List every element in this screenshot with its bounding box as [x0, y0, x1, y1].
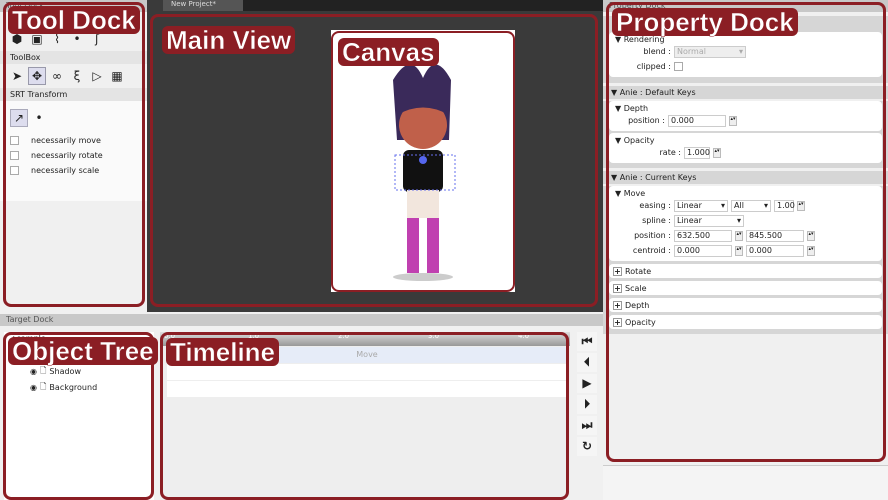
target-dock-title: Target Dock [0, 314, 603, 326]
canvas-annotation: Canvas [338, 38, 439, 66]
property-dock-annotation: Property Dock [612, 8, 798, 36]
playback-controls: ⏮ ⏴ ▶ ⏵ ⏭ ↻ [577, 332, 597, 458]
tab-new-project[interactable]: New Project* [163, 0, 243, 11]
timeline-annotation: Timeline [166, 338, 280, 366]
main-view-annotation: Main View [162, 26, 296, 54]
first-frame-icon[interactable]: ⏮ [577, 332, 597, 351]
tool-dock-annotation: Tool Dock [8, 6, 140, 34]
property-dock-highlight [606, 2, 886, 462]
loop-icon[interactable]: ↻ [577, 437, 597, 456]
tool-dock-highlight [3, 2, 145, 307]
next-frame-icon[interactable]: ⏵ [577, 395, 597, 414]
prev-frame-icon[interactable]: ⏴ [577, 353, 597, 372]
canvas-highlight [331, 31, 515, 292]
last-frame-icon[interactable]: ⏭ [577, 416, 597, 435]
play-icon[interactable]: ▶ [577, 374, 597, 393]
object-tree-annotation: Object Tree [8, 337, 158, 365]
